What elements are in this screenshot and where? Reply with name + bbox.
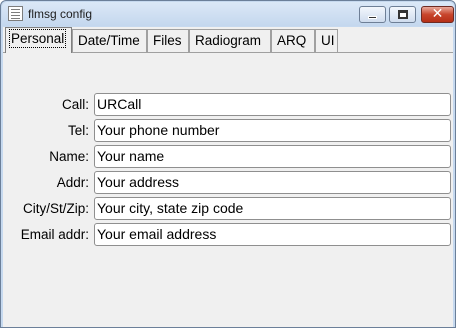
- tab-files[interactable]: Files: [147, 29, 189, 52]
- tel-label: Tel:: [67, 123, 89, 138]
- city-st-zip-label: City/St/Zip:: [22, 201, 89, 216]
- tab-bar: Personal Date/Time Files Radiogram ARQ U…: [3, 27, 453, 53]
- maximize-icon: [398, 10, 408, 19]
- email-addr-label: Email addr:: [20, 227, 89, 242]
- maximize-button[interactable]: [389, 6, 416, 23]
- tab-arq-label: ARQ: [277, 33, 307, 48]
- minimize-icon: [368, 16, 377, 19]
- tab-date-time-label: Date/Time: [78, 33, 140, 48]
- close-icon: ✕: [431, 6, 444, 22]
- tab-ui[interactable]: UI: [315, 29, 338, 52]
- call-input[interactable]: URCall: [94, 93, 451, 116]
- app-icon[interactable]: [8, 6, 23, 21]
- config-window: flmsg config ✕ Personal Date/Time Files …: [0, 0, 456, 328]
- tab-personal-label: Personal: [8, 29, 67, 48]
- tab-personal[interactable]: Personal: [5, 27, 72, 53]
- tab-ui-label: UI: [321, 33, 335, 48]
- call-label: Call:: [61, 97, 89, 112]
- minimize-button[interactable]: [359, 6, 386, 23]
- addr-input[interactable]: Your address: [94, 171, 451, 194]
- close-button[interactable]: ✕: [421, 6, 454, 23]
- title-bar[interactable]: flmsg config ✕: [2, 2, 454, 26]
- email-addr-input[interactable]: Your email address: [94, 223, 451, 246]
- tab-files-label: Files: [153, 33, 182, 48]
- tab-radiogram[interactable]: Radiogram: [189, 29, 271, 52]
- name-input[interactable]: Your name: [94, 145, 451, 168]
- tab-radiogram-label: Radiogram: [195, 33, 262, 48]
- window-client-area: Personal Date/Time Files Radiogram ARQ U…: [3, 27, 453, 327]
- name-label: Name:: [49, 149, 89, 164]
- tab-arq[interactable]: ARQ: [271, 29, 315, 52]
- window-title: flmsg config: [28, 7, 93, 21]
- tel-input[interactable]: Your phone number: [94, 119, 451, 142]
- city-st-zip-input[interactable]: Your city, state zip code: [94, 197, 451, 220]
- addr-label: Addr:: [56, 175, 89, 190]
- personal-panel: Call: URCall Tel: Your phone number Name…: [3, 52, 453, 327]
- tab-date-time[interactable]: Date/Time: [72, 29, 147, 52]
